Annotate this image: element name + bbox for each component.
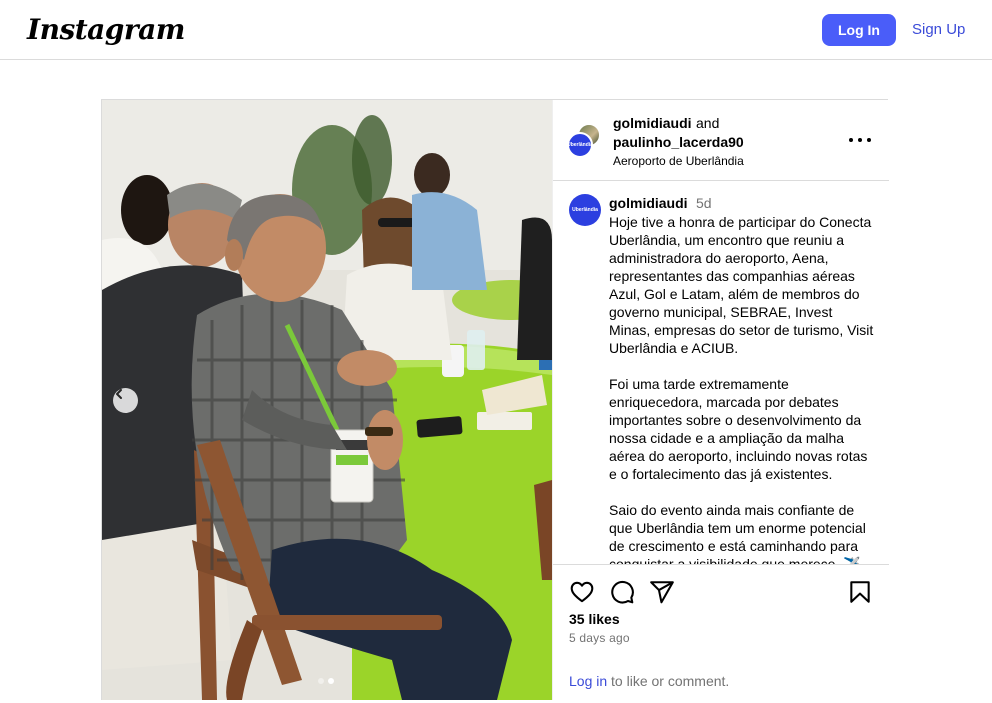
share-button[interactable] (649, 579, 675, 605)
author-join-word: and (696, 115, 720, 131)
post-header: Uberlândia golmidiaudi and paulinho_lace… (553, 100, 889, 181)
event-photo-illustration (102, 100, 552, 700)
post-photo[interactable] (102, 100, 552, 700)
collab-avatars[interactable]: Uberlândia (567, 123, 603, 159)
post-actions: 35 likes 5 days ago Log in to like or co… (553, 564, 889, 700)
more-options-button[interactable] (849, 131, 871, 149)
post-location[interactable]: Aeroporto de Uberlândia (613, 152, 744, 170)
caption-paragraph: Saio do evento ainda mais confiante de q… (609, 502, 866, 564)
save-button[interactable] (847, 579, 873, 605)
caption-avatar-text: Uberlândia (572, 207, 598, 213)
post-card: Uberlândia golmidiaudi and paulinho_lace… (101, 99, 889, 700)
more-icon-dot (858, 138, 862, 142)
post-authors: golmidiaudi and paulinho_lacerda90 Aerop… (613, 114, 744, 170)
caption-paragraph: Foi uma tarde extremamente enriquecedora… (609, 376, 868, 482)
heart-icon (570, 581, 594, 603)
carousel-dot (318, 678, 324, 684)
login-button[interactable]: Log In (822, 14, 896, 46)
post-side-panel: Uberlândia golmidiaudi and paulinho_lace… (552, 100, 889, 700)
comment-cta-text: to like or comment. (607, 673, 730, 689)
share-icon (650, 581, 674, 604)
more-icon-dot (849, 138, 853, 142)
signup-link[interactable]: Sign Up (912, 21, 965, 38)
like-count[interactable]: 35 likes (569, 611, 620, 627)
avatar-logo-text: Uberlândia (567, 142, 593, 148)
login-to-comment: Log in to like or comment. (569, 673, 729, 689)
caption-scroll-area[interactable]: Uberlândia golmidiaudi 5d Hoje tive a ho… (553, 182, 889, 564)
more-icon-dot (867, 138, 871, 142)
comment-button[interactable] (609, 579, 635, 605)
bookmark-icon (850, 581, 870, 603)
carousel-dot-active (328, 678, 334, 684)
caption-time: 5d (696, 195, 712, 211)
carousel-indicator (318, 678, 334, 684)
top-bar: Instagram Log In Sign Up (0, 0, 992, 60)
carousel-prev-button[interactable] (113, 388, 138, 413)
comment-login-link[interactable]: Log in (569, 673, 607, 689)
author-username-2[interactable]: paulinho_lacerda90 (613, 134, 744, 150)
instagram-logo[interactable]: Instagram (27, 13, 185, 46)
caption-username[interactable]: golmidiaudi (609, 195, 688, 211)
caption-paragraph: Hoje tive a honra de participar do Conec… (609, 214, 874, 356)
caption-body: golmidiaudi 5d Hoje tive a honra de part… (609, 194, 875, 564)
author-username-1[interactable]: golmidiaudi (613, 115, 692, 131)
caption-avatar[interactable]: Uberlândia (569, 194, 601, 226)
chevron-left-icon (116, 389, 122, 399)
comment-icon (611, 580, 634, 604)
avatar-golmidiaudi[interactable]: Uberlândia (567, 132, 593, 158)
post-date[interactable]: 5 days ago (569, 631, 630, 645)
like-button[interactable] (569, 579, 595, 605)
